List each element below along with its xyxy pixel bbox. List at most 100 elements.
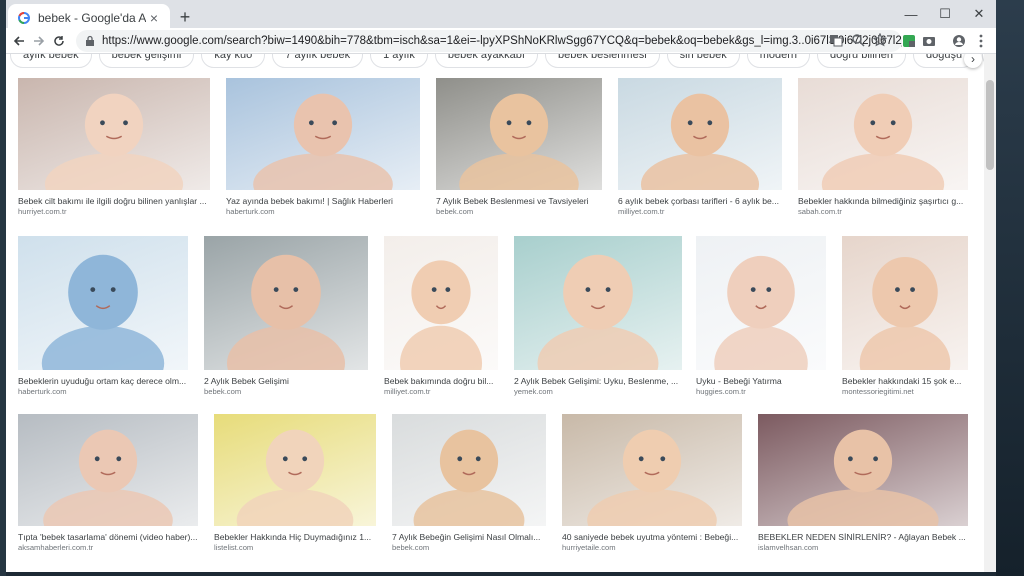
account-icon[interactable] bbox=[950, 32, 968, 50]
result-source-domain: islamvelhsan.com bbox=[758, 543, 819, 552]
forward-arrow-icon[interactable] bbox=[30, 32, 48, 50]
image-result-card[interactable]: Bebek cilt bakımı ile ilgili doğru bilin… bbox=[18, 78, 210, 218]
image-result-card[interactable]: Bebekler Hakkında Hiç Duymadığınız 1... l… bbox=[214, 414, 376, 554]
desktop-background bbox=[996, 0, 1024, 576]
baby-photo-thumbnail[interactable] bbox=[696, 236, 826, 370]
result-source-domain: hurriyet.com.tr bbox=[18, 207, 67, 216]
related-search-chip[interactable]: bebek ayakkabı bbox=[434, 54, 538, 68]
baby-photo-thumbnail[interactable] bbox=[204, 236, 368, 370]
result-source-domain: montessoriegitimi.net bbox=[842, 387, 914, 396]
translate-icon[interactable] bbox=[828, 32, 844, 48]
baby-photo-thumbnail[interactable] bbox=[562, 414, 742, 526]
extension-icon[interactable] bbox=[900, 32, 918, 50]
baby-photo-thumbnail[interactable] bbox=[514, 236, 682, 370]
image-result-card[interactable]: BEBEKLER NEDEN SİNİRLENİR? - Ağlayan Beb… bbox=[758, 414, 968, 554]
back-arrow-icon[interactable] bbox=[10, 32, 28, 50]
baby-figure-icon bbox=[821, 93, 945, 190]
close-window-button[interactable]: ✕ bbox=[962, 0, 996, 28]
baby-photo-thumbnail[interactable] bbox=[18, 236, 188, 370]
image-result-card[interactable]: Bebekler hakkındaki 15 şok e... montessor… bbox=[842, 236, 968, 398]
menu-kebab-icon[interactable] bbox=[972, 32, 990, 50]
related-search-chip[interactable]: kay kuo bbox=[201, 54, 266, 68]
image-result-card[interactable]: 2 Aylık Bebek Gelişimi bebek.com bbox=[204, 236, 368, 398]
baby-photo-thumbnail[interactable] bbox=[798, 78, 968, 190]
image-result-card[interactable]: Tıpta 'bebek tasarlama' dönemi (video ha… bbox=[18, 414, 198, 554]
related-search-chip[interactable]: bebek gelişimi bbox=[98, 54, 195, 68]
result-caption[interactable]: Bebeklerin uyuduğu ortam kaç derece olm.… bbox=[18, 376, 188, 386]
related-search-chip[interactable]: bebek beslenmesi bbox=[544, 54, 660, 68]
result-caption[interactable]: 7 Aylık Bebeğin Gelişimi Nasıl Olmalı... bbox=[392, 532, 546, 542]
baby-figure-icon bbox=[236, 429, 354, 526]
baby-figure-icon bbox=[226, 254, 346, 370]
zoom-icon[interactable] bbox=[850, 32, 866, 48]
image-result-card[interactable]: Bebekler hakkında bilmediğiniz şaşırtıcı… bbox=[798, 78, 968, 218]
page-scrollbar[interactable] bbox=[984, 54, 996, 572]
image-result-card[interactable]: 7 Aylık Bebeğin Gelişimi Nasıl Olmalı...… bbox=[392, 414, 546, 554]
result-caption[interactable]: Yaz ayında bebek bakımı! | Sağlık Haberl… bbox=[226, 196, 420, 206]
baby-figure-icon bbox=[44, 93, 184, 190]
result-caption[interactable]: Bebekler Hakkında Hiç Duymadığınız 1... bbox=[214, 532, 376, 542]
tab-close-icon[interactable]: × bbox=[146, 10, 162, 26]
related-search-chip[interactable]: aylık bebek bbox=[10, 54, 92, 68]
camera-extension-icon[interactable] bbox=[920, 32, 938, 50]
image-result-card[interactable]: Bebeklerin uyuduğu ortam kaç derece olm.… bbox=[18, 236, 188, 398]
baby-figure-icon bbox=[413, 429, 525, 526]
reload-icon[interactable] bbox=[50, 32, 68, 50]
minimize-button[interactable]: — bbox=[894, 0, 928, 28]
result-caption[interactable]: Bebek bakımında doğru bil... bbox=[384, 376, 498, 386]
related-search-chip[interactable]: 1 aylık bbox=[370, 54, 428, 68]
image-result-card[interactable]: 6 aylık bebek çorbası tarifleri - 6 aylı… bbox=[618, 78, 782, 218]
result-source-domain: aksamhaberleri.com.tr bbox=[18, 543, 94, 552]
result-source-domain: bebek.com bbox=[204, 387, 242, 396]
result-source-domain: yemek.com bbox=[514, 387, 553, 396]
related-search-chip[interactable]: modern bbox=[746, 54, 811, 68]
related-search-chip[interactable]: doğru bilinen bbox=[817, 54, 907, 68]
scrollbar-thumb[interactable] bbox=[986, 80, 994, 170]
baby-photo-thumbnail[interactable] bbox=[842, 236, 968, 370]
baby-figure-icon bbox=[859, 257, 951, 370]
result-caption[interactable]: 7 Aylık Bebek Beslenmesi ve Tavsiyeleri bbox=[436, 196, 602, 206]
baby-photo-thumbnail[interactable] bbox=[758, 414, 968, 526]
maximize-button[interactable]: ☐ bbox=[928, 0, 962, 28]
browser-toolbar: https://www.google.com/search?biw=1490&b… bbox=[6, 28, 996, 54]
baby-figure-icon bbox=[640, 93, 760, 190]
result-caption[interactable]: 6 aylık bebek çorbası tarifleri - 6 aylı… bbox=[618, 196, 782, 206]
result-caption[interactable]: BEBEKLER NEDEN SİNİRLENİR? - Ağlayan Beb… bbox=[758, 532, 968, 542]
baby-figure-icon bbox=[787, 429, 939, 526]
image-result-card[interactable]: Bebek bakımında doğru bil... milliyet.com… bbox=[384, 236, 498, 398]
result-source-domain: haberturk.com bbox=[18, 387, 67, 396]
search-results-page: aylık bebek bebek gelişimi kay kuo 7 aylık … bbox=[6, 54, 984, 572]
baby-photo-thumbnail[interactable] bbox=[18, 414, 198, 526]
address-bar[interactable]: https://www.google.com/search?biw=1490&b… bbox=[76, 30, 902, 52]
browser-window: bebek - Google'da Ara × + — ☐ ✕ https://… bbox=[6, 0, 996, 572]
image-result-card[interactable]: 7 Aylık Bebek Beslenmesi ve Tavsiyeleri b… bbox=[436, 78, 602, 218]
baby-photo-thumbnail[interactable] bbox=[226, 78, 420, 190]
related-search-chips: aylık bebek bebek gelişimi kay kuo 7 aylık … bbox=[10, 54, 984, 68]
result-caption[interactable]: Bebekler hakkındaki 15 şok e... bbox=[842, 376, 968, 386]
image-result-card[interactable]: Yaz ayında bebek bakımı! | Sağlık Haberl… bbox=[226, 78, 420, 218]
image-result-card[interactable]: 40 saniyede bebek uyutma yöntemi : Bebeğ… bbox=[562, 414, 742, 554]
result-caption[interactable]: 2 Aylık Bebek Gelişimi: Uyku, Beslenme, … bbox=[514, 376, 682, 386]
baby-photo-thumbnail[interactable] bbox=[18, 78, 210, 190]
result-caption[interactable]: 40 saniyede bebek uyutma yöntemi : Bebeğ… bbox=[562, 532, 742, 542]
new-tab-button[interactable]: + bbox=[174, 6, 196, 28]
result-caption[interactable]: 2 Aylık Bebek Gelişimi bbox=[204, 376, 368, 386]
image-result-card[interactable]: Uyku - Bebeği Yatırma huggies.com.tr bbox=[696, 236, 826, 398]
baby-photo-thumbnail[interactable] bbox=[436, 78, 602, 190]
bookmark-star-icon[interactable] bbox=[872, 32, 888, 48]
baby-photo-thumbnail[interactable] bbox=[618, 78, 782, 190]
baby-photo-thumbnail[interactable] bbox=[392, 414, 546, 526]
result-caption[interactable]: Tıpta 'bebek tasarlama' dönemi (video ha… bbox=[18, 532, 198, 542]
baby-figure-icon bbox=[41, 254, 165, 370]
baby-figure-icon bbox=[399, 260, 483, 370]
related-search-chip[interactable]: 7 aylık bebek bbox=[272, 54, 364, 68]
related-search-chip[interactable]: siri bebek bbox=[666, 54, 740, 68]
result-caption[interactable]: Bebek cilt bakımı ile ilgili doğru bilin… bbox=[18, 196, 210, 206]
image-result-card[interactable]: 2 Aylık Bebek Gelişimi: Uyku, Beslenme, … bbox=[514, 236, 682, 398]
result-caption[interactable]: Uyku - Bebeği Yatırma bbox=[696, 376, 826, 386]
baby-photo-thumbnail[interactable] bbox=[384, 236, 498, 370]
baby-figure-icon bbox=[459, 93, 579, 190]
baby-photo-thumbnail[interactable] bbox=[214, 414, 376, 526]
url-text: https://www.google.com/search?biw=1490&b… bbox=[102, 35, 902, 47]
result-caption[interactable]: Bebekler hakkında bilmediğiniz şaşırtıcı… bbox=[798, 196, 968, 206]
